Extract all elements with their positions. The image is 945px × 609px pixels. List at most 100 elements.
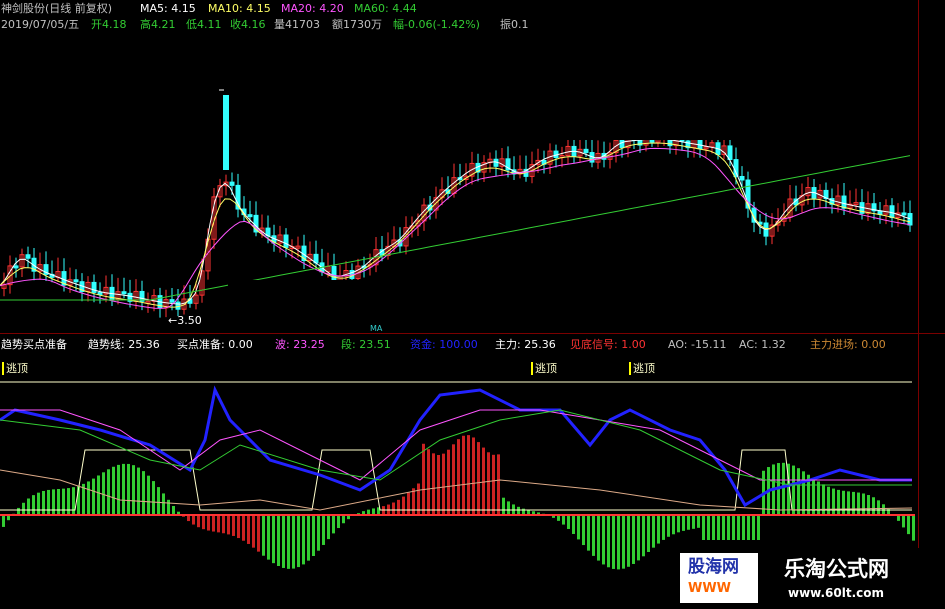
bottom-signal-value: 见底信号: 1.00 bbox=[570, 338, 646, 351]
ma10-label: MA10: 4.15 bbox=[208, 2, 271, 15]
occlusion-box bbox=[228, 280, 716, 330]
histogram-bar bbox=[322, 515, 325, 545]
histogram-bar bbox=[32, 495, 35, 515]
histogram-bar bbox=[397, 499, 400, 515]
histogram-bar bbox=[197, 515, 200, 528]
histogram-bar bbox=[737, 515, 740, 540]
histogram-bar bbox=[212, 515, 215, 532]
histogram-bar bbox=[667, 515, 670, 537]
candle-body bbox=[331, 265, 337, 283]
histogram-bar bbox=[872, 497, 875, 515]
histogram-bar bbox=[257, 515, 260, 552]
histogram-bar bbox=[747, 515, 750, 540]
histogram-bar bbox=[697, 515, 700, 528]
open-label: 开4.18 bbox=[91, 18, 127, 31]
histogram-bar bbox=[337, 515, 340, 529]
histogram-bar bbox=[632, 515, 635, 564]
histogram-bar bbox=[482, 447, 485, 515]
histogram-bar bbox=[87, 481, 90, 515]
price-chart[interactable] bbox=[0, 0, 945, 609]
histogram-bar bbox=[912, 515, 915, 541]
histogram-bar bbox=[592, 515, 595, 556]
ac-value: AC: 1.32 bbox=[739, 338, 786, 351]
candle-body bbox=[283, 234, 289, 248]
histogram-bar bbox=[242, 515, 245, 541]
histogram-bar bbox=[607, 515, 610, 568]
histogram-bar bbox=[857, 492, 860, 515]
histogram-bar bbox=[412, 488, 415, 515]
candle-body bbox=[247, 214, 253, 218]
histogram-bar bbox=[152, 481, 155, 515]
histogram-bar bbox=[662, 515, 665, 540]
histogram-bar bbox=[462, 435, 465, 515]
right-axis-line bbox=[918, 0, 919, 609]
histogram-bar bbox=[162, 493, 165, 515]
histogram-bar bbox=[852, 491, 855, 515]
histogram-bar bbox=[717, 515, 720, 540]
candle-body bbox=[97, 291, 103, 295]
candle-body bbox=[229, 181, 235, 186]
histogram-bar bbox=[757, 515, 760, 540]
segment-value: 段: 23.51 bbox=[341, 338, 391, 351]
histogram-bar bbox=[307, 515, 310, 561]
blue-line bbox=[0, 385, 912, 508]
center-mark: MA bbox=[370, 324, 383, 333]
candle-body bbox=[25, 254, 31, 259]
histogram-bar bbox=[27, 498, 30, 515]
histogram-bar bbox=[232, 515, 235, 536]
histogram-bar bbox=[237, 515, 240, 539]
histogram-bar bbox=[222, 515, 225, 534]
stock-chart-window: 神剑股份(日线 前复权) MA5: 4.15 MA10: 4.15 MA20: … bbox=[0, 0, 945, 609]
buy-prep-value: 买点准备: 0.00 bbox=[177, 338, 253, 351]
histogram-bar bbox=[652, 515, 655, 548]
histogram-bar bbox=[22, 502, 25, 515]
histogram-bar bbox=[597, 515, 600, 561]
histogram-bar bbox=[317, 515, 320, 551]
candle-body bbox=[733, 159, 739, 177]
histogram-bar bbox=[392, 502, 395, 515]
histogram-bar bbox=[312, 515, 315, 556]
histogram-bar bbox=[622, 515, 625, 569]
histogram-bar bbox=[842, 490, 845, 515]
histogram-bar bbox=[827, 486, 830, 515]
amount-label: 额1730万 bbox=[332, 18, 382, 31]
histogram-bar bbox=[172, 505, 175, 515]
escape-top-label: 逃顶 bbox=[2, 362, 28, 375]
ma20-label: MA20: 4.20 bbox=[281, 2, 344, 15]
histogram-bar bbox=[572, 515, 575, 534]
histogram-bar bbox=[832, 488, 835, 515]
histogram-bar bbox=[577, 515, 580, 540]
histogram-bar bbox=[782, 462, 785, 515]
histogram-bar bbox=[52, 489, 55, 515]
wave-line bbox=[0, 409, 912, 481]
histogram-bar bbox=[247, 515, 250, 544]
candle-body bbox=[73, 279, 79, 283]
histogram-bar bbox=[847, 491, 850, 515]
watermark-brand: 乐淘公式网 www.60lt.com bbox=[758, 548, 945, 609]
candle-body bbox=[121, 291, 127, 295]
histogram-bar bbox=[492, 454, 495, 515]
histogram-bar bbox=[612, 515, 615, 569]
histogram-bar bbox=[17, 507, 20, 515]
histogram-bar bbox=[2, 515, 5, 527]
histogram-bar bbox=[752, 515, 755, 540]
histogram-bar bbox=[507, 501, 510, 515]
histogram-bar bbox=[332, 515, 335, 534]
histogram-bar bbox=[72, 487, 75, 515]
ma5-label: MA5: 4.15 bbox=[140, 2, 196, 15]
histogram-bar bbox=[792, 465, 795, 515]
histogram-bar bbox=[442, 453, 445, 515]
candle-body bbox=[889, 205, 895, 219]
histogram-bar bbox=[672, 515, 675, 535]
histogram-bar bbox=[227, 515, 230, 535]
main-force-value: 主力: 25.36 bbox=[495, 338, 556, 351]
main-entry-value: 主力进场: 0.00 bbox=[810, 338, 886, 351]
histogram-bar bbox=[292, 515, 295, 569]
histogram-bar bbox=[302, 515, 305, 565]
histogram-bar bbox=[137, 467, 140, 515]
trend-line-value: 趋势线: 25.36 bbox=[88, 338, 160, 351]
histogram-bar bbox=[477, 442, 480, 515]
histogram-bar bbox=[907, 515, 910, 535]
histogram-bar bbox=[67, 488, 70, 515]
histogram-bar bbox=[447, 449, 450, 515]
